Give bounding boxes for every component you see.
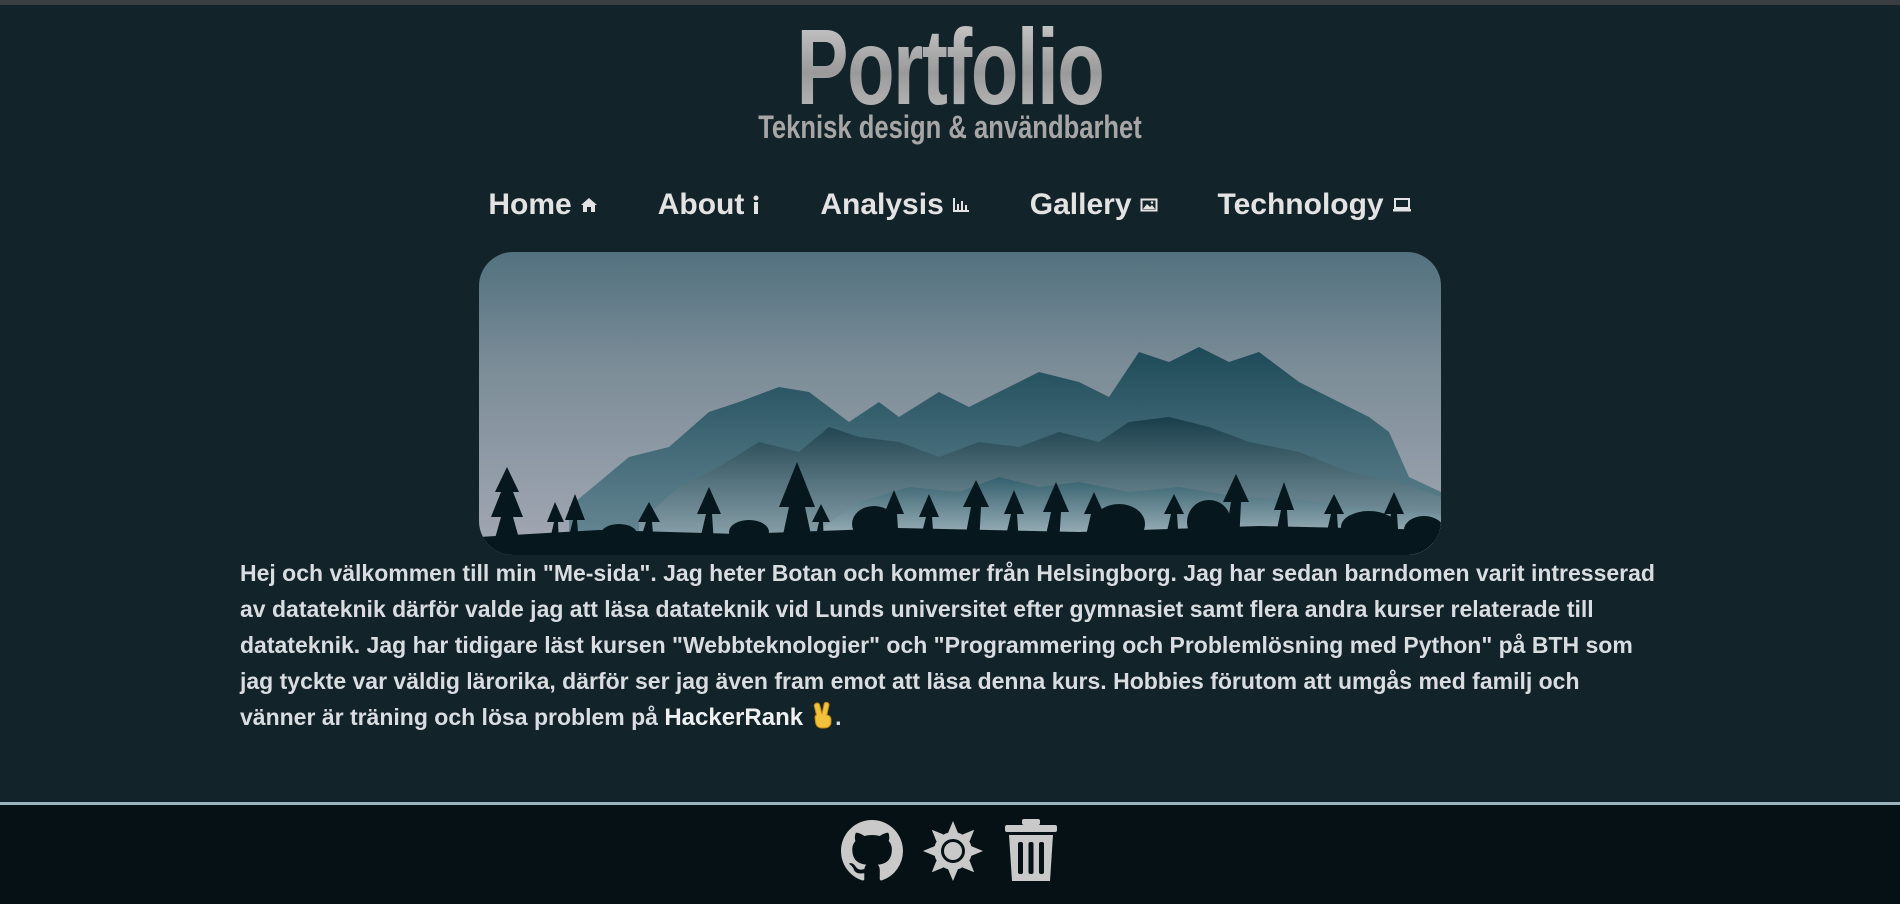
logo-subtitle: Teknisk design & användbarhet xyxy=(758,109,1142,145)
github-icon[interactable] xyxy=(841,820,903,887)
theme-toggle-sun-icon[interactable] xyxy=(921,819,985,888)
nav-item-home[interactable]: Home xyxy=(488,188,597,222)
mountain-forest-illustration xyxy=(479,347,1441,555)
intro-text: Hej och välkommen till min "Me-sida". Ja… xyxy=(240,555,1660,736)
nav-item-technology[interactable]: Technology xyxy=(1218,188,1412,222)
victory-hand-emoji xyxy=(813,701,832,729)
nav-item-label: Technology xyxy=(1217,188,1384,221)
nav-item-label: Analysis xyxy=(820,188,944,221)
footer-icons xyxy=(0,819,1900,888)
nav-item-about[interactable]: About xyxy=(658,188,761,222)
main-nav: Home About Analysis Gallery Technology xyxy=(0,180,1900,230)
info-icon xyxy=(753,195,759,214)
nav-item-label: Home xyxy=(488,188,572,221)
nav-item-gallery[interactable]: Gallery xyxy=(1030,188,1158,222)
nav-item-label: About xyxy=(657,188,745,221)
image-icon xyxy=(1140,198,1157,212)
nav-item-analysis[interactable]: Analysis xyxy=(820,188,969,222)
trash-icon[interactable] xyxy=(1003,819,1059,888)
intro-paragraph: Hej och välkommen till min "Me-sida". Ja… xyxy=(240,560,1655,730)
home-icon xyxy=(580,198,597,212)
hero-banner-image xyxy=(479,252,1441,555)
hackerrank-link[interactable]: HackerRank xyxy=(664,704,803,731)
laptop-icon xyxy=(1392,198,1411,212)
intro-end: . xyxy=(835,704,842,730)
nav-item-label: Gallery xyxy=(1029,188,1132,221)
site-footer xyxy=(0,802,1900,904)
bar-chart-icon xyxy=(952,198,969,212)
site-header: Portfolio Teknisk design & användbarhet xyxy=(0,5,1900,146)
